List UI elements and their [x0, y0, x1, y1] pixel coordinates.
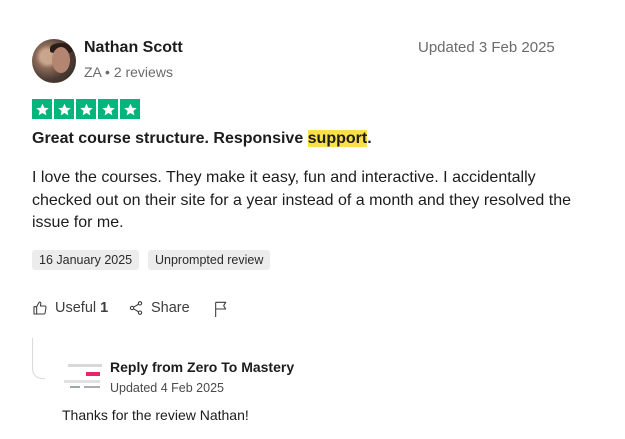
- review-title-start: Great course structure. Responsive: [32, 130, 308, 147]
- star-icon: [32, 99, 52, 119]
- review-body: I love the courses. They make it easy, f…: [32, 169, 571, 231]
- company-logo[interactable]: [62, 360, 102, 394]
- star-icon: [54, 99, 74, 119]
- reply-connector: [32, 338, 45, 379]
- review-title-end: .: [367, 130, 372, 147]
- review-type-badge: Unprompted review: [148, 250, 271, 270]
- reviewer-meta: ZA • 2 reviews: [84, 64, 173, 80]
- useful-label: Useful: [55, 300, 97, 316]
- reply-date: Updated 4 Feb 2025: [110, 381, 224, 395]
- logo-line: [70, 386, 80, 388]
- review-date-badge: 16 January 2025: [32, 250, 140, 270]
- avatar-face: [52, 47, 70, 73]
- star-icon: [120, 99, 140, 119]
- reply-title: Reply from Zero To Mastery: [110, 359, 295, 375]
- share-button[interactable]: Share: [128, 300, 190, 316]
- logo-line: [68, 364, 102, 367]
- report-button[interactable]: [213, 300, 229, 323]
- useful-button[interactable]: Useful 1: [32, 300, 108, 316]
- reviewer-avatar[interactable]: [32, 39, 76, 83]
- logo-line: [64, 380, 100, 383]
- star-icon: [76, 99, 96, 119]
- review-updated-date: Updated 3 Feb 2025: [418, 39, 555, 56]
- logo-accent: [86, 372, 100, 376]
- useful-count: 1: [100, 300, 109, 316]
- logo-line: [84, 386, 100, 388]
- review-title[interactable]: Great course structure. Responsive suppo…: [32, 130, 372, 148]
- review-title-highlight: support: [307, 130, 368, 147]
- reply-text: Thanks for the review Nathan!: [62, 407, 249, 423]
- thumbs-up-icon: [33, 301, 47, 315]
- reviewer-review-count: 2 reviews: [113, 64, 173, 80]
- share-label: Share: [151, 300, 190, 316]
- flag-icon: [215, 301, 227, 317]
- star-icon: [98, 99, 118, 119]
- star-rating: [32, 99, 140, 119]
- reviewer-name[interactable]: Nathan Scott: [84, 39, 183, 57]
- reviewer-country: ZA: [84, 64, 102, 80]
- share-icon: [129, 301, 143, 315]
- meta-separator: •: [105, 64, 110, 80]
